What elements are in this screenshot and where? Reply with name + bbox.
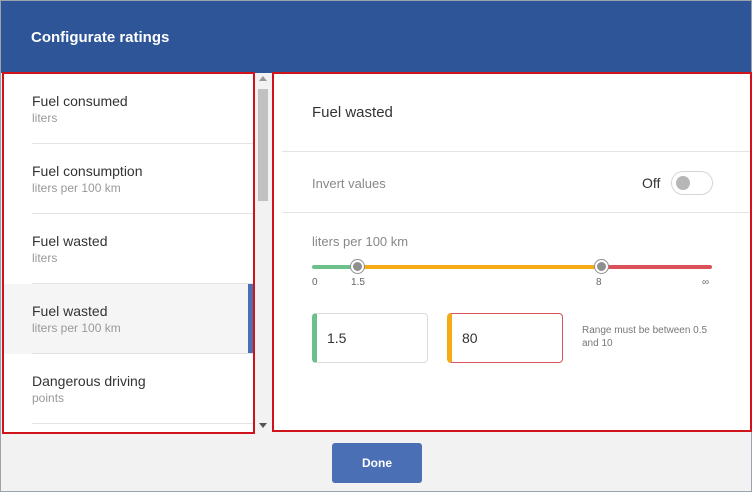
range-slider[interactable] — [312, 260, 712, 273]
list-item-unit: points — [32, 391, 65, 405]
high-threshold-input[interactable] — [447, 313, 563, 363]
selection-indicator — [248, 284, 253, 354]
scroll-thumb[interactable] — [258, 89, 268, 201]
ratings-list: Fuel consumed liters Fuel consumption li… — [2, 72, 255, 434]
list-item-name: Fuel consumption — [32, 163, 143, 179]
list-item[interactable]: Fuel wasted liters — [4, 214, 253, 284]
divider — [282, 212, 750, 213]
slider-segment-bad — [600, 265, 712, 269]
dialog-title: Configurate ratings — [31, 29, 170, 46]
list-item-unit: liters — [32, 251, 58, 265]
list-item-name: Dangerous driving — [32, 373, 146, 389]
slider-tick-label: ∞ — [702, 277, 710, 288]
list-item[interactable]: Dangerous driving points — [4, 354, 253, 424]
list-item-name: Fuel wasted — [32, 303, 108, 319]
rating-detail-panel: Fuel wasted Invert values Off liters per… — [272, 72, 752, 432]
list-item-name: Fuel consumed — [32, 93, 128, 109]
dialog-header: Configurate ratings — [1, 1, 751, 73]
divider — [282, 151, 750, 152]
detail-title: Fuel wasted — [312, 104, 393, 121]
list-item-unit: liters per 100 km — [32, 321, 121, 335]
slider-low-handle[interactable] — [351, 260, 364, 273]
list-item[interactable]: Fuel consumed liters — [4, 74, 253, 144]
list-separator — [32, 423, 253, 424]
list-scrollbar[interactable] — [256, 73, 270, 431]
configurate-ratings-dialog: Configurate ratings Fuel consumed liters… — [0, 0, 752, 492]
list-item-selected[interactable]: Fuel wasted liters per 100 km — [4, 284, 253, 354]
toggle-knob — [676, 176, 690, 190]
slider-tick-label: 1.5 — [351, 277, 365, 288]
invert-state-label: Off — [642, 175, 661, 191]
slider-tick-label: 8 — [596, 277, 602, 288]
list-item-unit: liters per 100 km — [32, 181, 121, 195]
unit-label: liters per 100 km — [312, 234, 409, 249]
done-button[interactable]: Done — [332, 443, 422, 483]
list-item[interactable]: Fuel consumption liters per 100 km — [4, 144, 253, 214]
invert-values-label: Invert values — [312, 176, 386, 191]
invert-values-toggle[interactable] — [671, 171, 713, 195]
slider-high-handle[interactable] — [595, 260, 608, 273]
low-threshold-input[interactable] — [312, 313, 428, 363]
list-item-name: Fuel wasted — [32, 233, 108, 249]
list-item-unit: liters — [32, 111, 58, 125]
scroll-down-arrow-icon[interactable] — [259, 423, 267, 428]
scroll-up-arrow-icon[interactable] — [259, 76, 267, 81]
range-error-message: Range must be between 0.5 and 10 — [582, 325, 708, 349]
slider-tick-label: 0 — [312, 277, 318, 288]
slider-segment-medium — [356, 265, 602, 269]
